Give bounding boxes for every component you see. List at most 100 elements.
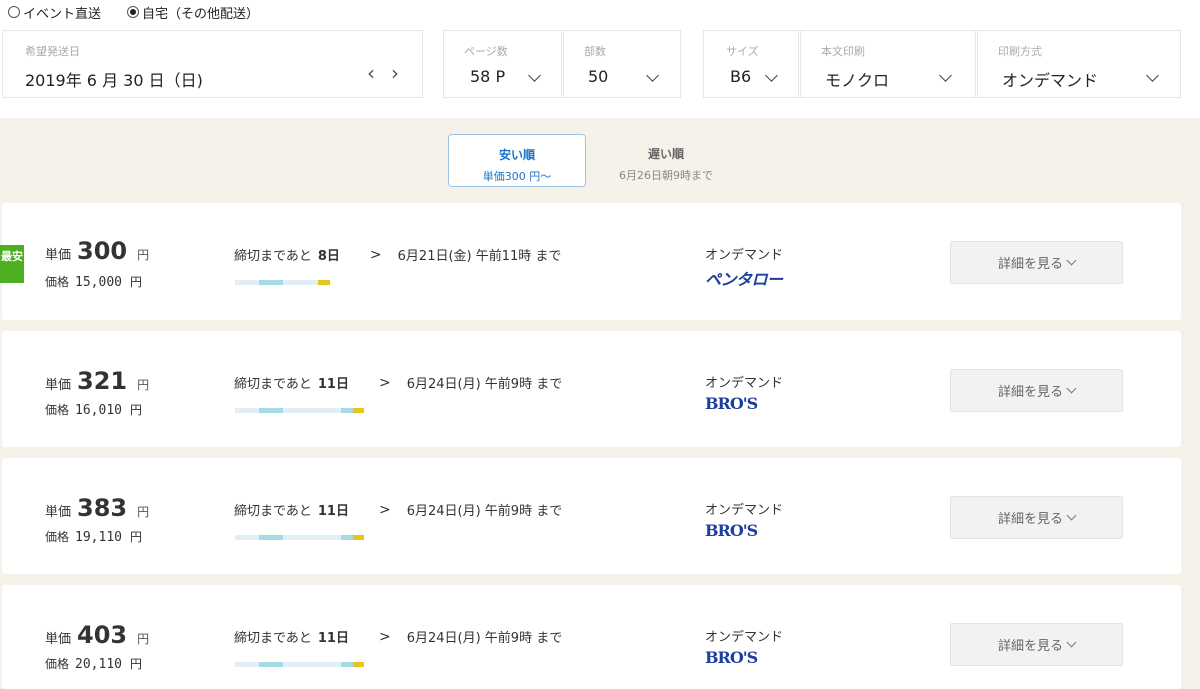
bar-segment-mid bbox=[341, 408, 353, 413]
printer-logo-bros: BRO'S bbox=[705, 648, 758, 667]
total-price-label: 価格 bbox=[45, 403, 70, 417]
body-print-selector[interactable]: 本文印刷 モノクロ bbox=[800, 30, 976, 98]
unit-price-value: 383 bbox=[77, 494, 128, 522]
chevron-down-icon bbox=[646, 69, 659, 82]
result-card: 単価 403 円 価格 20,110 円 締切まであと 11日 > 6月24日(月)… bbox=[2, 585, 1181, 689]
unit-price-label: 単価 bbox=[45, 632, 72, 647]
chevron-right-icon: > bbox=[378, 374, 391, 391]
unit-price-row: 単価 300 円 bbox=[45, 237, 149, 265]
pages-selector[interactable]: ページ数 58 P bbox=[443, 30, 562, 98]
copies-selector[interactable]: 部数 50 bbox=[563, 30, 681, 98]
printer-logo-bros: BRO'S bbox=[705, 521, 758, 540]
chevron-down-icon bbox=[1066, 255, 1077, 266]
radio-home-delivery[interactable]: 自宅（その他配送） bbox=[127, 3, 259, 22]
total-price-label: 価格 bbox=[45, 275, 70, 289]
result-card: 最安 単価 300 円 価格 15,000 円 締切まであと 8日 > 6月21日(… bbox=[0, 203, 1181, 320]
total-price-yen: 円 bbox=[129, 530, 142, 544]
print-method: オンデマンド bbox=[705, 376, 784, 391]
total-price-label: 価格 bbox=[45, 657, 70, 671]
bar-segment-mid bbox=[259, 280, 283, 285]
tab-cheapest[interactable]: 安い順 単価300 円〜 bbox=[448, 134, 586, 187]
unit-price-value: 300 bbox=[77, 237, 128, 265]
radio-checked-icon bbox=[127, 6, 140, 18]
deadline-date: 6月21日(金) 午前11時 まで bbox=[397, 249, 562, 264]
chevron-down-icon bbox=[939, 69, 952, 82]
bar-segment-end bbox=[318, 280, 330, 285]
total-price-label: 価格 bbox=[45, 530, 70, 544]
detail-button-label: 詳細を見る bbox=[997, 512, 1063, 527]
chevron-down-icon bbox=[1146, 69, 1159, 82]
unit-price-yen: 円 bbox=[137, 505, 150, 519]
radio-label: イベント直送 bbox=[23, 6, 102, 22]
detail-button-label: 詳細を見る bbox=[997, 385, 1063, 400]
date-prev-icon[interactable]: ‹ bbox=[367, 61, 375, 85]
deadline-progress-bar bbox=[235, 662, 364, 667]
print-method: オンデマンド bbox=[705, 503, 784, 518]
deadline-days: 8日 bbox=[317, 249, 340, 264]
bar-segment-end bbox=[353, 662, 364, 667]
radio-circle-icon bbox=[8, 6, 20, 18]
total-price-value: 19,110 bbox=[75, 530, 122, 545]
total-price-row: 価格 19,110 円 bbox=[45, 528, 142, 545]
size-selector[interactable]: サイズ B6 bbox=[703, 30, 799, 98]
detail-button[interactable]: 詳細を見る bbox=[950, 369, 1123, 412]
bar-segment-end bbox=[353, 535, 364, 540]
unit-price-label: 単価 bbox=[45, 378, 72, 393]
total-price-yen: 円 bbox=[129, 657, 142, 671]
chevron-down-icon bbox=[1066, 383, 1077, 394]
detail-button-label: 詳細を見る bbox=[997, 257, 1063, 272]
chevron-down-icon bbox=[1066, 510, 1077, 521]
total-price-yen: 円 bbox=[129, 275, 142, 289]
bar-segment-mid bbox=[259, 408, 283, 413]
pages-label: ページ数 bbox=[464, 45, 508, 58]
pages-value: 58 P bbox=[470, 67, 506, 86]
printer-logo-pentaro: ペンタロー bbox=[705, 270, 783, 289]
delivery-radio-group: イベント直送 自宅（その他配送） bbox=[8, 2, 285, 22]
deadline-prefix: 締切まであと bbox=[234, 504, 312, 519]
size-value: B6 bbox=[730, 67, 752, 86]
deadline-info: 締切まであと 8日 > 6月21日(金) 午前11時 まで bbox=[234, 245, 562, 265]
unit-price-row: 単価 383 円 bbox=[45, 494, 149, 522]
printer-logo-bros: BRO'S bbox=[705, 394, 758, 413]
detail-button[interactable]: 詳細を見る bbox=[950, 623, 1123, 666]
date-label: 希望発送日 bbox=[25, 45, 80, 58]
detail-button[interactable]: 詳細を見る bbox=[950, 241, 1123, 284]
bar-segment-mid bbox=[341, 535, 353, 540]
deadline-date: 6月24日(月) 午前9時 まで bbox=[406, 377, 563, 392]
copies-value: 50 bbox=[588, 67, 609, 86]
tab-subtitle: 単価300 円〜 bbox=[482, 170, 552, 183]
print-method: オンデマンド bbox=[705, 630, 784, 645]
print-method: オンデマンド bbox=[705, 248, 784, 263]
tab-title: 遅い順 bbox=[647, 147, 684, 161]
result-card: 単価 321 円 価格 16,010 円 締切まであと 11日 > 6月24日(月)… bbox=[2, 331, 1181, 447]
tab-latest[interactable]: 遅い順 6月26日朝9時まで bbox=[597, 134, 735, 187]
total-price-value: 20,110 bbox=[75, 657, 122, 672]
unit-price-yen: 円 bbox=[137, 248, 150, 262]
unit-price-label: 単価 bbox=[45, 248, 72, 263]
date-value: 2019年 6 月 30 日（日) bbox=[25, 71, 203, 90]
total-price-row: 価格 16,010 円 bbox=[45, 401, 142, 418]
unit-price-row: 単価 403 円 bbox=[45, 621, 149, 649]
chevron-right-icon: > bbox=[378, 628, 391, 645]
date-next-icon[interactable]: › bbox=[391, 61, 399, 85]
body-print-value: モノクロ bbox=[825, 71, 890, 90]
deadline-date: 6月24日(月) 午前9時 まで bbox=[406, 631, 563, 646]
chevron-down-icon bbox=[528, 69, 541, 82]
size-label: サイズ bbox=[726, 45, 759, 58]
deadline-days: 11日 bbox=[317, 377, 349, 392]
unit-price-yen: 円 bbox=[137, 632, 150, 646]
date-selector[interactable]: 希望発送日 2019年 6 月 30 日（日) ‹ › bbox=[2, 30, 423, 98]
deadline-progress-bar bbox=[235, 535, 364, 540]
deadline-info: 締切まであと 11日 > 6月24日(月) 午前9時 まで bbox=[234, 627, 563, 647]
radio-event-direct[interactable]: イベント直送 bbox=[8, 3, 101, 22]
detail-button[interactable]: 詳細を見る bbox=[950, 496, 1123, 539]
deadline-info: 締切まであと 11日 > 6月24日(月) 午前9時 まで bbox=[234, 500, 562, 520]
body-print-label: 本文印刷 bbox=[821, 45, 865, 58]
deadline-prefix: 締切まであと bbox=[234, 249, 312, 264]
cheapest-badge: 最安 bbox=[0, 245, 24, 283]
total-price-yen: 円 bbox=[129, 403, 142, 417]
print-method-selector[interactable]: 印刷方式 オンデマンド bbox=[977, 30, 1181, 98]
total-price-row: 価格 20,110 円 bbox=[45, 655, 142, 672]
chevron-right-icon: > bbox=[369, 246, 382, 263]
chevron-down-icon bbox=[1066, 637, 1077, 648]
